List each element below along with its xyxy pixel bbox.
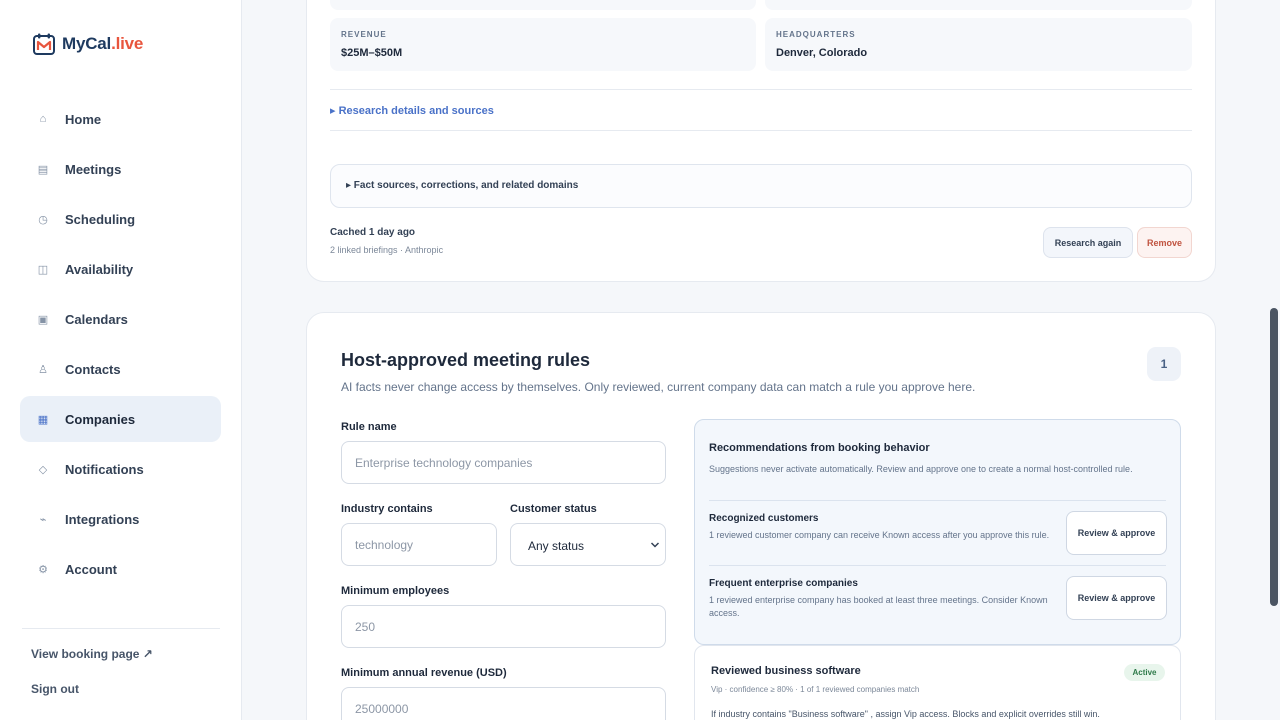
- info-box-previous: [765, 0, 1192, 10]
- industry-input[interactable]: [341, 523, 497, 566]
- rule-description: If industry contains "Business software"…: [711, 709, 1100, 719]
- sidebar-item-integrations[interactable]: ⌁ Integrations: [20, 496, 221, 542]
- sidebar-item-contacts[interactable]: ♙ Contacts: [20, 346, 221, 392]
- sidebar-item-calendars[interactable]: ▣ Calendars: [20, 296, 221, 342]
- remove-button[interactable]: Remove: [1137, 227, 1192, 258]
- columns-icon: ◫: [37, 263, 49, 276]
- calendar-logo-icon: [33, 33, 55, 55]
- min-employees-label: Minimum employees: [341, 585, 450, 597]
- active-rule-card[interactable]: Reviewed business software Active Vip · …: [694, 645, 1181, 720]
- sidebar-item-scheduling[interactable]: ◷ Scheduling: [20, 196, 221, 242]
- sidebar-item-label: Home: [65, 111, 102, 127]
- divider: [330, 89, 1192, 90]
- industry-label: Industry contains: [341, 503, 433, 515]
- rule-title: Reviewed business software: [711, 665, 861, 677]
- review-approve-button[interactable]: Review & approve: [1066, 511, 1167, 555]
- recommendations-panel: Recommendations from booking behavior Su…: [694, 419, 1181, 645]
- sign-out-link[interactable]: Sign out: [31, 682, 79, 696]
- rules-title: Host-approved meeting rules: [341, 350, 591, 370]
- divider: [709, 500, 1166, 501]
- sidebar-item-notifications[interactable]: ◇ Notifications: [20, 446, 221, 492]
- sidebar: MyCal.live ⌂ Home ▤ Meetings ◷ Schedulin…: [0, 0, 242, 720]
- review-approve-button[interactable]: Review & approve: [1066, 576, 1167, 620]
- min-revenue-label: Minimum annual revenue (USD): [341, 667, 507, 679]
- list-icon: ▤: [37, 163, 49, 176]
- headquarters-label: HEADQUARTERS: [776, 30, 856, 39]
- divider: [330, 130, 1192, 131]
- sidebar-item-label: Meetings: [65, 161, 122, 177]
- sidebar-item-availability[interactable]: ◫ Availability: [20, 246, 221, 292]
- plug-icon: ⌁: [39, 513, 47, 526]
- status-badge: Active: [1124, 664, 1165, 681]
- sidebar-item-label: Companies: [65, 411, 136, 427]
- sidebar-item-label: Calendars: [65, 311, 128, 327]
- chevron-down-icon: [650, 542, 660, 548]
- rules-subtitle: AI facts never change access by themselv…: [341, 380, 976, 394]
- recommendation-title: Frequent enterprise companies: [709, 578, 858, 589]
- sidebar-item-home[interactable]: ⌂ Home: [20, 96, 221, 142]
- diamond-icon: ◇: [38, 463, 48, 476]
- brand-name: MyCal.live: [62, 34, 144, 53]
- cached-details: 2 linked briefings · Anthropic: [330, 245, 444, 255]
- research-details-toggle[interactable]: ▸ Research details and sources: [330, 104, 494, 117]
- customer-status-value: Any status: [528, 539, 585, 553]
- sidebar-item-label: Scheduling: [65, 211, 136, 227]
- sidebar-item-account[interactable]: ⚙ Account: [20, 546, 221, 592]
- sidebar-item-label: Contacts: [65, 361, 121, 377]
- recommendation-description: 1 reviewed enterprise company has booked…: [709, 595, 1048, 618]
- sidebar-divider: [22, 628, 220, 629]
- sidebar-item-label: Notifications: [65, 461, 144, 477]
- view-booking-page-link[interactable]: View booking page ↗: [31, 647, 153, 661]
- min-revenue-input[interactable]: [341, 687, 666, 720]
- home-icon: ⌂: [39, 113, 47, 125]
- revenue-box: REVENUE $25M–$50M: [330, 18, 756, 71]
- recommendations-description: Suggestions never activate automatically…: [709, 464, 1133, 474]
- sidebar-nav: ⌂ Home ▤ Meetings ◷ Scheduling ◫ Availab…: [20, 96, 221, 596]
- headquarters-box: HEADQUARTERS Denver, Colorado: [765, 18, 1192, 71]
- recommendations-title: Recommendations from booking behavior: [709, 442, 930, 454]
- sidebar-item-label: Availability: [65, 261, 134, 277]
- sidebar-item-companies[interactable]: ▦ Companies: [20, 396, 221, 442]
- customer-status-label: Customer status: [510, 503, 597, 515]
- fact-sources-toggle[interactable]: ▸ Fact sources, corrections, and related…: [330, 164, 1192, 208]
- research-again-button[interactable]: Research again: [1043, 227, 1133, 258]
- person-icon: ♙: [38, 363, 48, 376]
- revenue-label: REVENUE: [341, 30, 387, 39]
- calendar-square-icon: ▣: [37, 313, 49, 326]
- recommendation-title: Recognized customers: [709, 513, 819, 524]
- headquarters-value: Denver, Colorado: [776, 47, 868, 59]
- clock-icon: ◷: [38, 213, 48, 226]
- rule-name-label: Rule name: [341, 421, 397, 433]
- rule-count-badge: 1: [1147, 347, 1181, 381]
- min-employees-input[interactable]: [341, 605, 666, 648]
- rule-meta: Vip · confidence ≥ 80% · 1 of 1 reviewed…: [711, 685, 920, 694]
- recommendation-description: 1 reviewed customer company can receive …: [709, 530, 1050, 540]
- info-box-previous: [330, 0, 756, 10]
- logo[interactable]: MyCal.live: [32, 32, 143, 56]
- fact-sources-label: ▸ Fact sources, corrections, and related…: [346, 180, 579, 191]
- customer-status-select[interactable]: Any status: [510, 523, 666, 566]
- grid-icon: ▦: [37, 413, 49, 426]
- sidebar-item-label: Integrations: [65, 511, 140, 527]
- sidebar-item-meetings[interactable]: ▤ Meetings: [20, 146, 221, 192]
- sidebar-item-label: Account: [65, 561, 117, 577]
- divider: [709, 565, 1166, 566]
- rule-name-input[interactable]: [341, 441, 666, 484]
- cached-status: Cached 1 day ago: [330, 227, 416, 238]
- revenue-value: $25M–$50M: [341, 47, 403, 59]
- scrollbar-thumb[interactable]: [1270, 308, 1278, 606]
- gear-icon: ⚙: [38, 563, 48, 576]
